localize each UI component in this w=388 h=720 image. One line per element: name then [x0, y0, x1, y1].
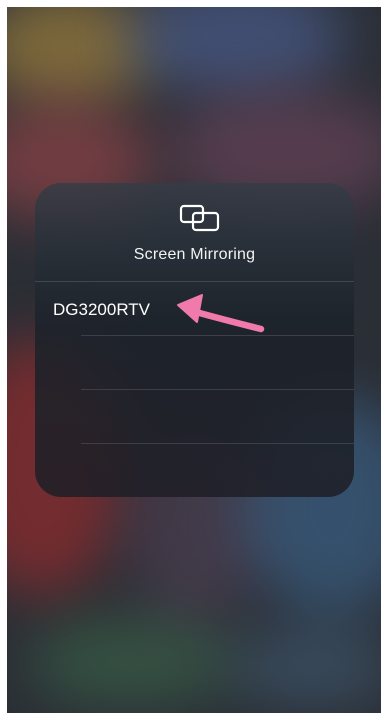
panel-header: Screen Mirroring: [35, 183, 354, 281]
panel-title: Screen Mirroring: [133, 246, 256, 263]
empty-device-row: [35, 444, 354, 497]
pointer-arrow-icon: [177, 294, 265, 333]
empty-device-row: [35, 390, 354, 444]
screen-mirroring-icon: [179, 204, 220, 232]
ios-control-center-background: Screen Mirroring DG3200RTV: [7, 7, 381, 713]
device-name: DG3200RTV: [53, 300, 151, 319]
